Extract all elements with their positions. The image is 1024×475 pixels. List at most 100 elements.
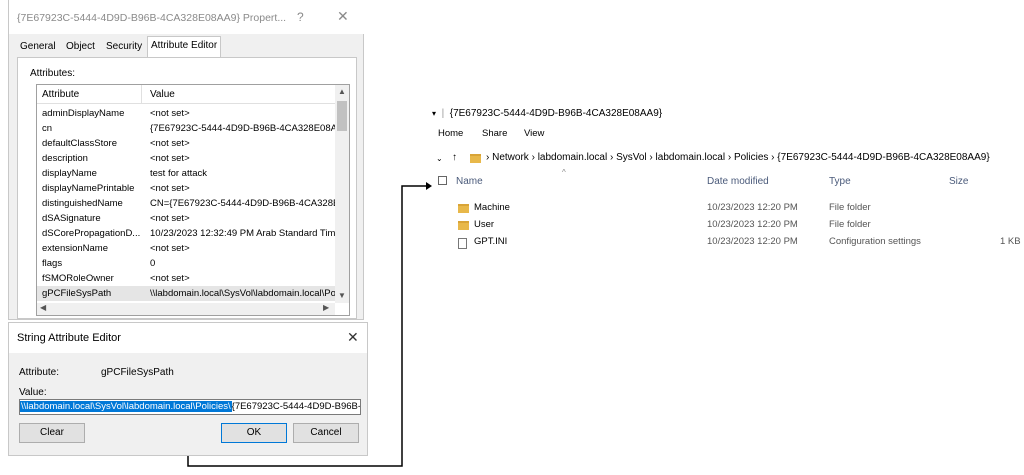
scroll-down-icon[interactable]: ▼ (338, 291, 346, 300)
ribbon-share[interactable]: Share (482, 128, 507, 139)
attribute-value-cell: <not set> (150, 108, 190, 119)
attribute-row[interactable]: extensionName <not set> (37, 241, 335, 256)
attribute-value-cell: test for attack (150, 168, 208, 179)
chevron-down-icon[interactable]: ⌄ (436, 154, 443, 163)
attribute-row[interactable]: cn {7E67923C-5444-4D9D-B96B-4CA328E08A (37, 121, 335, 136)
attribute-row[interactable]: displayName test for attack (37, 166, 335, 181)
breadcrumb-segment[interactable]: labdomain.local (656, 152, 726, 163)
tab-general[interactable]: General (17, 38, 59, 56)
breadcrumb-segment[interactable]: SysVol (616, 152, 647, 163)
tab-object[interactable]: Object (63, 38, 98, 56)
breadcrumb-segment[interactable]: labdomain.local (538, 152, 608, 163)
chevron-right-icon[interactable]: › (647, 152, 656, 163)
attribute-name-cell: description (42, 153, 88, 164)
column-name[interactable]: Name (456, 176, 483, 187)
chevron-right-icon[interactable]: › (725, 152, 734, 163)
attribute-row[interactable]: adminDisplayName <not set> (37, 106, 335, 121)
file-row[interactable]: User 10/23/2023 12:20 PM File folder (432, 219, 1024, 235)
string-editor-title: String Attribute Editor (17, 332, 121, 344)
address-bar[interactable]: ⌄ ↑ › Network › labdomain.local › SysVol… (432, 150, 1024, 168)
sort-up-icon: ^ (562, 168, 566, 177)
attribute-row[interactable]: defaultClassStore <not set> (37, 136, 335, 151)
attribute-name-cell: dSASignature (42, 213, 101, 224)
file-type: Configuration settings (829, 236, 921, 247)
attributes-label: Attributes: (30, 68, 76, 79)
attribute-value-cell: <not set> (150, 213, 190, 224)
file-icon (458, 238, 467, 252)
attribute-row[interactable]: fSMORoleOwner <not set> (37, 271, 335, 286)
chevron-right-icon[interactable]: › (529, 152, 538, 163)
tab-security[interactable]: Security (103, 38, 145, 56)
attribute-name-cell: cn (42, 123, 53, 134)
scroll-up-icon[interactable]: ▲ (338, 87, 346, 96)
attribute-name-cell: adminDisplayName (42, 108, 125, 119)
column-type[interactable]: Type (829, 176, 851, 187)
value-input[interactable]: \\labdomain.local\SysVol\labdomain.local… (19, 399, 361, 415)
chevron-down-icon[interactable]: ▾ (432, 109, 436, 118)
attribute-value-cell: \\labdomain.local\SysVol\labdomain.local… (150, 288, 335, 299)
value-label: Value: (19, 387, 47, 398)
attribute-name-cell: fSMORoleOwner (42, 273, 114, 284)
explorer-title-text: {7E67923C-5444-4D9D-B96B-4CA328E08AA9} (449, 108, 663, 119)
ok-button[interactable]: OK (221, 423, 287, 443)
file-row[interactable]: GPT.INI 10/23/2023 12:20 PM Configuration … (432, 236, 1024, 252)
attribute-row[interactable]: displayNamePrintable <not set> (37, 181, 335, 196)
chevron-right-icon[interactable]: › (607, 152, 616, 163)
clear-button[interactable]: Clear (19, 423, 85, 443)
file-explorer-window: ▾ | {7E67923C-5444-4D9D-B96B-4CA328E08AA… (432, 104, 1024, 254)
help-icon[interactable]: ? (297, 10, 304, 24)
file-date: 10/23/2023 12:20 PM (707, 219, 798, 230)
close-icon[interactable]: ✕ (347, 329, 359, 346)
vertical-scrollbar[interactable]: ▲ ▼ (335, 85, 349, 303)
attribute-list[interactable]: Attribute Value adminDisplayName <not set… (36, 84, 350, 316)
value-selected-text: \\labdomain.local\SysVol\labdomain.local… (20, 401, 232, 412)
attribute-row[interactable]: description <not set> (37, 151, 335, 166)
attribute-value-cell: <not set> (150, 243, 190, 254)
breadcrumb-segment[interactable]: Policies (734, 152, 768, 163)
breadcrumb-segment[interactable]: Network (492, 152, 529, 163)
scroll-thumb[interactable] (337, 101, 347, 131)
column-date-modified[interactable]: Date modified (707, 176, 769, 187)
file-date: 10/23/2023 12:20 PM (707, 236, 798, 247)
attribute-name: gPCFileSysPath (101, 367, 174, 378)
file-type: File folder (829, 202, 871, 213)
attribute-value-cell: 0 (150, 258, 156, 269)
attribute-value-cell: <not set> (150, 153, 190, 164)
file-size: 1 KB (1000, 236, 1021, 247)
attribute-row[interactable]: distinguishedName CN={7E67923C-5444-4D9D-… (37, 196, 335, 211)
attribute-value-cell: 10/23/2023 12:32:49 PM Arab Standard Tim (150, 228, 335, 239)
properties-title-bar: {7E67923C-5444-4D9D-B96B-4CA328E08AA9} P… (9, 0, 365, 34)
horizontal-scrollbar[interactable]: ◀ ▶ (37, 303, 335, 315)
file-name: GPT.INI (474, 236, 508, 247)
chevron-right-icon[interactable]: › (768, 152, 777, 163)
scroll-right-icon[interactable]: ▶ (323, 303, 329, 312)
file-name: Machine (474, 202, 510, 213)
attribute-name-cell: displayNamePrintable (42, 183, 135, 194)
explorer-title: ▾ | {7E67923C-5444-4D9D-B96B-4CA328E08AA… (432, 108, 663, 119)
attribute-row[interactable]: gPCFileSysPath \\labdomain.local\SysVol\l… (37, 286, 335, 301)
breadcrumb-segment[interactable]: {7E67923C-5444-4D9D-B96B-4CA328E08AA9} (777, 152, 989, 163)
properties-dialog: {7E67923C-5444-4D9D-B96B-4CA328E08AA9} P… (8, 0, 365, 320)
attribute-name-cell: dSCorePropagationD... (42, 228, 141, 239)
scroll-left-icon[interactable]: ◀ (40, 303, 46, 312)
ribbon-home[interactable]: Home (438, 128, 463, 139)
breadcrumb: › Network › labdomain.local › SysVol › l… (486, 152, 990, 163)
attribute-value-cell: <not set> (150, 273, 190, 284)
column-value[interactable]: Value (150, 89, 175, 100)
attribute-name-cell: defaultClassStore (42, 138, 117, 149)
close-icon[interactable]: ✕ (337, 8, 349, 25)
attribute-row[interactable]: flags 0 (37, 256, 335, 271)
column-attribute[interactable]: Attribute (42, 89, 79, 100)
up-arrow-icon[interactable]: ↑ (452, 152, 457, 163)
tab-attribute-editor[interactable]: Attribute Editor (147, 36, 222, 57)
attribute-row[interactable]: dSASignature <not set> (37, 211, 335, 226)
select-all-checkbox[interactable] (438, 176, 447, 185)
string-editor-title-bar: String Attribute Editor ✕ (9, 323, 367, 353)
attribute-value-cell: CN={7E67923C-5444-4D9D-B96B-4CA328E (150, 198, 335, 209)
column-size[interactable]: Size (949, 176, 968, 187)
file-row[interactable]: Machine 10/23/2023 12:20 PM File folder (432, 202, 1024, 218)
ribbon-view[interactable]: View (524, 128, 544, 139)
cancel-button[interactable]: Cancel (293, 423, 359, 443)
attribute-row[interactable]: dSCorePropagationD... 10/23/2023 12:32:49… (37, 226, 335, 241)
attribute-list-header: Attribute Value (37, 85, 335, 104)
